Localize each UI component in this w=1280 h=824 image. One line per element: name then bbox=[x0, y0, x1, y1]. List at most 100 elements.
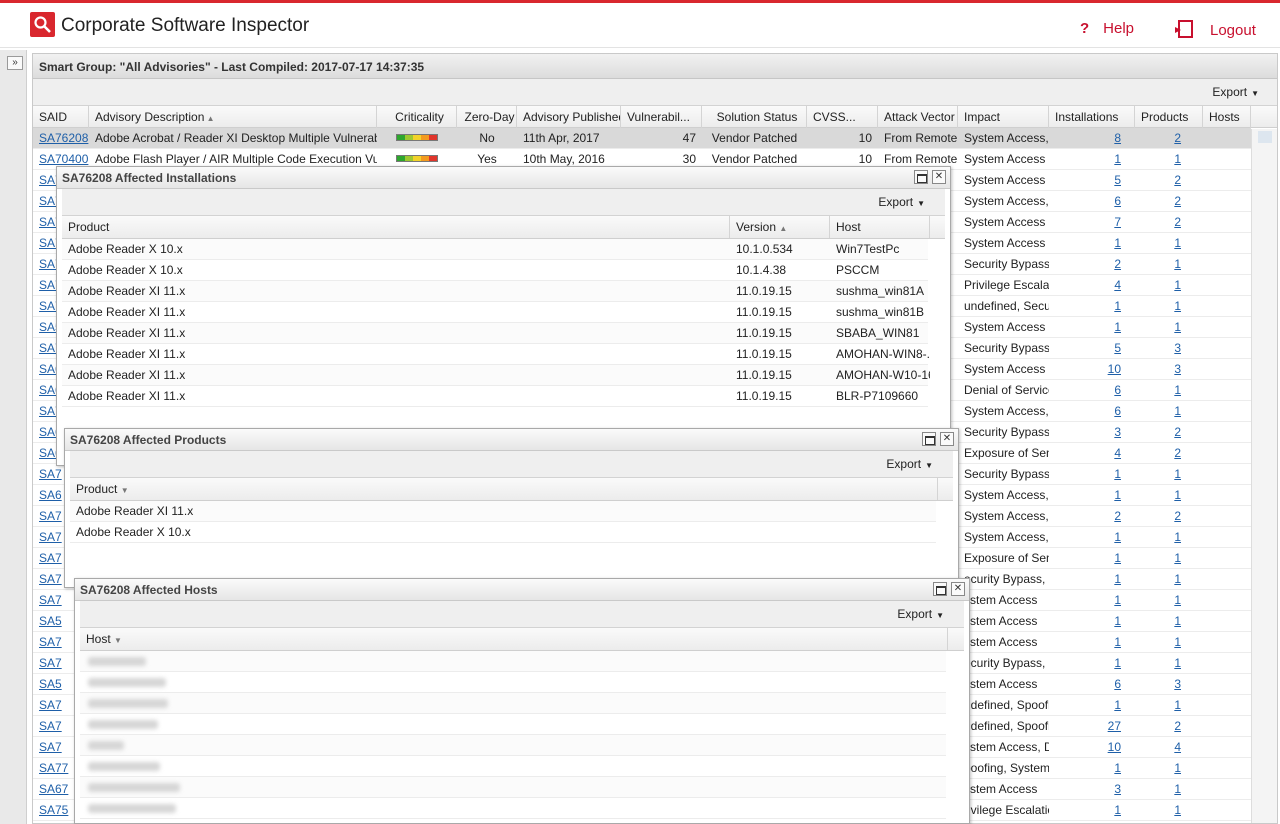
maximize-button[interactable] bbox=[922, 432, 936, 446]
window-title-bar[interactable]: SA76208 Affected Products ✕ bbox=[65, 429, 958, 451]
products-link[interactable]: 2 bbox=[1174, 719, 1181, 733]
installation-row[interactable]: Adobe Reader XI 11.x 11.0.19.15 AMOHAN-WIN… bbox=[62, 344, 930, 365]
column-header-attack-vector[interactable]: Attack Vector bbox=[878, 106, 958, 128]
installations-link[interactable]: 1 bbox=[1114, 299, 1121, 313]
product-row[interactable]: Adobe Reader XI 11.x bbox=[70, 501, 936, 522]
logout-link[interactable]: Logout bbox=[1175, 20, 1256, 39]
host-row[interactable] bbox=[80, 693, 946, 714]
window-title-bar[interactable]: SA76208 Affected Hosts ✕ bbox=[75, 579, 969, 601]
installations-link[interactable]: 1 bbox=[1114, 152, 1121, 166]
column-header-impact[interactable]: Impact bbox=[958, 106, 1049, 128]
close-button[interactable]: ✕ bbox=[951, 582, 965, 596]
installations-link[interactable]: 5 bbox=[1114, 341, 1121, 355]
host-row[interactable] bbox=[80, 672, 946, 693]
host-row[interactable] bbox=[80, 798, 946, 819]
installations-link[interactable]: 1 bbox=[1114, 530, 1121, 544]
said-link[interactable]: SA7 bbox=[39, 635, 62, 649]
column-header-advisory-published[interactable]: Advisory Published bbox=[517, 106, 621, 128]
installations-link[interactable]: 1 bbox=[1114, 551, 1121, 565]
installation-row[interactable]: Adobe Reader X 10.x 10.1.4.38 PSCCM bbox=[62, 260, 928, 281]
products-link[interactable]: 1 bbox=[1174, 383, 1181, 397]
column-header-solution-status[interactable]: Solution Status bbox=[702, 106, 807, 128]
column-header-host[interactable]: Host bbox=[830, 216, 930, 238]
said-link[interactable]: SA5 bbox=[39, 614, 62, 628]
products-link[interactable]: 1 bbox=[1174, 782, 1181, 796]
products-link[interactable]: 1 bbox=[1174, 320, 1181, 334]
installations-link[interactable]: 6 bbox=[1114, 404, 1121, 418]
said-link[interactable]: SA75 bbox=[39, 803, 68, 817]
host-row[interactable] bbox=[80, 756, 946, 777]
products-link[interactable]: 1 bbox=[1174, 551, 1181, 565]
installations-link[interactable]: 1 bbox=[1114, 593, 1121, 607]
products-link[interactable]: 2 bbox=[1174, 173, 1181, 187]
products-link[interactable]: 2 bbox=[1174, 131, 1181, 145]
column-header-criticality[interactable]: Criticality bbox=[377, 106, 457, 128]
column-header-products[interactable]: Products bbox=[1135, 106, 1203, 128]
said-link[interactable]: SA7 bbox=[39, 551, 62, 565]
maximize-button[interactable] bbox=[933, 582, 947, 596]
installations-link[interactable]: 4 bbox=[1114, 278, 1121, 292]
installations-link[interactable]: 27 bbox=[1108, 719, 1121, 733]
grid-scrollbar[interactable] bbox=[1251, 129, 1277, 823]
products-link[interactable]: 1 bbox=[1174, 635, 1181, 649]
products-link[interactable]: 3 bbox=[1174, 341, 1181, 355]
products-link[interactable]: 1 bbox=[1174, 278, 1181, 292]
installations-link[interactable]: 1 bbox=[1114, 572, 1121, 586]
products-link[interactable]: 2 bbox=[1174, 446, 1181, 460]
installations-link[interactable]: 6 bbox=[1114, 194, 1121, 208]
products-link[interactable]: 1 bbox=[1174, 803, 1181, 817]
installations-link[interactable]: 1 bbox=[1114, 656, 1121, 670]
column-header-hosts[interactable]: Hosts bbox=[1203, 106, 1251, 128]
host-row[interactable] bbox=[80, 714, 946, 735]
said-link[interactable]: SA6 bbox=[39, 488, 62, 502]
installations-link[interactable]: 1 bbox=[1114, 488, 1121, 502]
column-header-product[interactable]: Product bbox=[62, 216, 730, 238]
products-link[interactable]: 1 bbox=[1174, 656, 1181, 670]
installations-link[interactable]: 1 bbox=[1114, 803, 1121, 817]
installations-link[interactable]: 2 bbox=[1114, 509, 1121, 523]
products-link[interactable]: 1 bbox=[1174, 614, 1181, 628]
installations-link[interactable]: 7 bbox=[1114, 215, 1121, 229]
installations-link[interactable]: 1 bbox=[1114, 467, 1121, 481]
installations-link[interactable]: 1 bbox=[1114, 614, 1121, 628]
products-link[interactable]: 1 bbox=[1174, 152, 1181, 166]
said-link[interactable]: SA77 bbox=[39, 761, 68, 775]
installations-link[interactable]: 5 bbox=[1114, 173, 1121, 187]
export-button[interactable]: Export ▼ bbox=[878, 195, 925, 209]
window-title-bar[interactable]: SA76208 Affected Installations ✕ bbox=[57, 167, 950, 189]
close-button[interactable]: ✕ bbox=[932, 170, 946, 184]
products-link[interactable]: 3 bbox=[1174, 362, 1181, 376]
column-header-product[interactable]: Product ▼ bbox=[70, 478, 938, 500]
said-link[interactable]: SA7 bbox=[39, 698, 62, 712]
installations-link[interactable]: 1 bbox=[1114, 635, 1121, 649]
products-link[interactable]: 2 bbox=[1174, 509, 1181, 523]
column-header-advisory-description[interactable]: Advisory Description ▲ bbox=[89, 106, 377, 128]
column-header-host[interactable]: Host ▼ bbox=[80, 628, 948, 650]
products-link[interactable]: 1 bbox=[1174, 404, 1181, 418]
installations-link[interactable]: 10 bbox=[1108, 740, 1121, 754]
said-link[interactable]: SA7 bbox=[39, 530, 62, 544]
installations-link[interactable]: 3 bbox=[1114, 425, 1121, 439]
installation-row[interactable]: Adobe Reader XI 11.x 11.0.19.15 BLR-P71096… bbox=[62, 386, 928, 407]
products-link[interactable]: 1 bbox=[1174, 488, 1181, 502]
scrollbar-thumb[interactable] bbox=[1258, 131, 1272, 143]
installations-link[interactable]: 1 bbox=[1114, 698, 1121, 712]
products-link[interactable]: 1 bbox=[1174, 236, 1181, 250]
said-link[interactable]: SA7 bbox=[39, 740, 62, 754]
installation-row[interactable]: Adobe Reader XI 11.x 11.0.19.15 AMOHAN-W10… bbox=[62, 365, 930, 386]
host-row[interactable] bbox=[80, 651, 946, 672]
column-header-vulnerabilities[interactable]: Vulnerabil... bbox=[621, 106, 702, 128]
said-link[interactable]: SA7 bbox=[39, 509, 62, 523]
products-link[interactable]: 1 bbox=[1174, 593, 1181, 607]
export-button[interactable]: Export ▼ bbox=[1212, 85, 1259, 99]
installations-link[interactable]: 1 bbox=[1114, 236, 1121, 250]
said-link[interactable]: SA76208 bbox=[39, 131, 88, 145]
products-link[interactable]: 3 bbox=[1174, 677, 1181, 691]
said-link[interactable]: SA7 bbox=[39, 656, 62, 670]
products-link[interactable]: 2 bbox=[1174, 194, 1181, 208]
maximize-button[interactable] bbox=[914, 170, 928, 184]
products-link[interactable]: 2 bbox=[1174, 215, 1181, 229]
installations-link[interactable]: 2 bbox=[1114, 257, 1121, 271]
installation-row[interactable]: Adobe Reader XI 11.x 11.0.19.15 sushma_win… bbox=[62, 281, 928, 302]
products-link[interactable]: 1 bbox=[1174, 572, 1181, 586]
